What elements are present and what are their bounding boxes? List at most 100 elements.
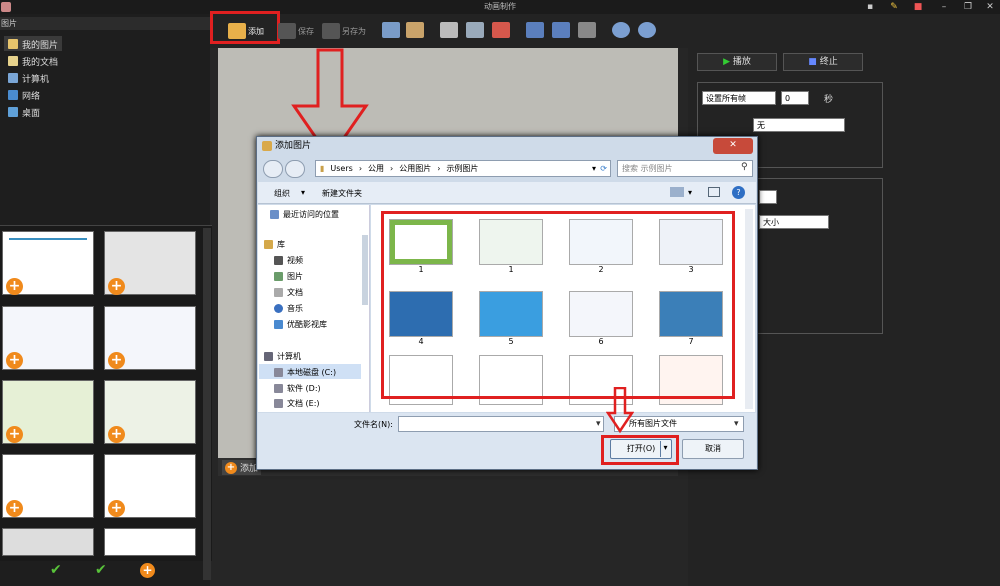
nav-computer[interactable]: 计算机	[264, 349, 301, 363]
navigation-pane: 最近访问的位置 库 视频 图片 文档 音乐 优酷影视库 计算机 本地磁盘 (C:…	[258, 205, 370, 412]
save-as-button[interactable]: 另存为	[322, 17, 366, 45]
window-title: 动画制作	[484, 2, 516, 11]
documents-folder-icon	[8, 56, 18, 66]
nav-youku[interactable]: 优酷影视库	[274, 317, 327, 331]
nav-scrollbar[interactable]	[362, 235, 368, 305]
file-type-dropdown-icon[interactable]: ▾	[734, 419, 739, 429]
palette-icon[interactable]: ■	[910, 1, 926, 13]
music-icon	[274, 303, 283, 313]
minimize-icon[interactable]: –	[936, 1, 952, 13]
command-bar: 组织 ▾ 新建文件夹 ▾ ?	[258, 182, 756, 204]
nav-video[interactable]: 视频	[274, 253, 303, 267]
add-thumbnail-icon[interactable]: +	[108, 352, 125, 369]
tree-item-desktop[interactable]: 桌面	[8, 105, 40, 119]
organize-button[interactable]: 组织	[274, 188, 290, 199]
preview-pane-icon[interactable]	[708, 187, 720, 197]
highlight-files	[381, 211, 735, 399]
add-thumbnail-icon[interactable]: +	[6, 500, 23, 517]
organize-dropdown-icon[interactable]: ▾	[301, 188, 305, 197]
size-select[interactable]: 大小	[759, 215, 829, 229]
tree-item-my-pictures[interactable]: 我的图片	[8, 37, 58, 51]
highlight-open	[601, 435, 679, 465]
dialog-title: 添加图片	[275, 141, 312, 151]
computer-icon	[264, 351, 273, 361]
dialog-close-icon[interactable]: ✕	[713, 138, 753, 154]
recent-places-icon	[270, 209, 279, 219]
view-options-icon[interactable]	[670, 187, 684, 197]
back-button[interactable]	[263, 160, 283, 178]
maximize-icon[interactable]: ❐	[960, 1, 976, 13]
cut-icon[interactable]	[440, 22, 458, 38]
tree-item-network[interactable]: 网络	[8, 88, 40, 102]
check-all-icon[interactable]: ✔	[95, 562, 107, 578]
file-name-label: 文件名(N):	[354, 420, 393, 429]
highlight-add	[210, 11, 280, 44]
new-folder-button[interactable]: 新建文件夹	[322, 188, 362, 199]
paste-icon[interactable]	[492, 22, 510, 38]
pencil-icon[interactable]: ✎	[886, 1, 902, 13]
add-thumbnail-icon[interactable]: +	[108, 500, 125, 517]
add-thumbnail-icon[interactable]: +	[108, 278, 125, 295]
frame-seconds-input[interactable]: 0	[781, 91, 809, 105]
effect-select[interactable]: 无	[753, 118, 845, 132]
size-mode-select[interactable]	[759, 190, 777, 204]
library-icon	[264, 239, 273, 249]
navigation-bar: ▮ Users › 公用 › 公用图片 › 示例图片 ▾ ⟳ 搜索 示例图片 ⚲	[261, 158, 755, 180]
rotate-icon[interactable]	[552, 22, 570, 38]
nav-documents[interactable]: 文档	[274, 285, 303, 299]
dialog-footer: 文件名(N): ▾ 所有图片文件 ▾ 打开(O) ▾ 取消	[258, 413, 756, 469]
help-icon[interactable]: ?	[732, 186, 745, 199]
mail-icon[interactable]	[406, 22, 424, 38]
add-thumbnail-icon[interactable]: +	[6, 352, 23, 369]
add-image-dialog: 添加图片 ✕ ▮ Users › 公用 › 公用图片 › 示例图片 ▾ ⟳ 搜索 示例…	[256, 136, 758, 470]
arrow-down-annotation	[606, 387, 634, 434]
print-icon[interactable]	[382, 22, 400, 38]
cancel-button[interactable]: 取消	[682, 439, 744, 459]
file-name-dropdown-icon[interactable]: ▾	[596, 419, 601, 429]
nav-documents-drive[interactable]: 文档 (E:)	[274, 396, 320, 410]
nav-pictures[interactable]: 图片	[274, 269, 303, 283]
network-icon	[8, 90, 18, 100]
tree-item-my-documents[interactable]: 我的文档	[8, 54, 58, 68]
stop-button[interactable]: ■ 终止	[783, 53, 863, 71]
add-thumbnail-icon[interactable]: +	[6, 426, 23, 443]
add-thumbnail-icon[interactable]: +	[6, 278, 23, 295]
refresh-icon[interactable]: ⟳	[600, 164, 607, 173]
nav-local-disk[interactable]: 本地磁盘 (C:)	[274, 365, 336, 379]
zoom-out-icon[interactable]	[638, 22, 656, 38]
frame-setting-select[interactable]: 设置所有帧	[702, 91, 776, 105]
play-button[interactable]: ▶ 播放	[697, 53, 777, 71]
desktop-icon	[8, 107, 18, 117]
play-icon: ▶	[723, 57, 731, 67]
nav-music[interactable]: 音乐	[274, 301, 303, 315]
save-as-icon	[322, 23, 340, 39]
plus-icon: +	[225, 461, 237, 474]
file-scrollbar[interactable]	[745, 209, 753, 409]
address-dropdown-icon[interactable]: ▾	[592, 164, 596, 173]
search-input[interactable]: 搜索 示例图片	[617, 160, 753, 177]
tree-item-computer[interactable]: 计算机	[8, 71, 49, 85]
effect-icon[interactable]	[578, 22, 596, 38]
left-panel-header: 图片	[0, 17, 210, 30]
thumbnail[interactable]	[2, 528, 94, 556]
save-button[interactable]: 保存	[278, 17, 314, 45]
stop-icon: ■	[808, 57, 817, 67]
file-icon[interactable]: ▪	[862, 1, 878, 13]
nav-library[interactable]: 库	[264, 237, 285, 251]
file-name-input[interactable]	[398, 416, 604, 432]
zoom-in-icon[interactable]	[612, 22, 630, 38]
view-dropdown-icon[interactable]: ▾	[688, 188, 692, 197]
thumbnail-scrollbar[interactable]	[203, 228, 211, 580]
seconds-label: 秒	[824, 95, 834, 105]
add-frame-icon[interactable]: +	[140, 563, 155, 578]
copy-icon[interactable]	[466, 22, 484, 38]
add-thumbnail-icon[interactable]: +	[108, 426, 125, 443]
nav-software-drive[interactable]: 软件 (D:)	[274, 381, 321, 395]
check-icon[interactable]: ✔	[50, 562, 62, 578]
close-icon[interactable]: ✕	[982, 1, 998, 13]
thumbnail[interactable]	[104, 528, 196, 556]
address-bar[interactable]: ▮ Users › 公用 › 公用图片 › 示例图片 ▾ ⟳	[315, 160, 611, 177]
flip-icon[interactable]	[526, 22, 544, 38]
forward-button[interactable]	[285, 160, 305, 178]
nav-recent[interactable]: 最近访问的位置	[270, 207, 339, 221]
